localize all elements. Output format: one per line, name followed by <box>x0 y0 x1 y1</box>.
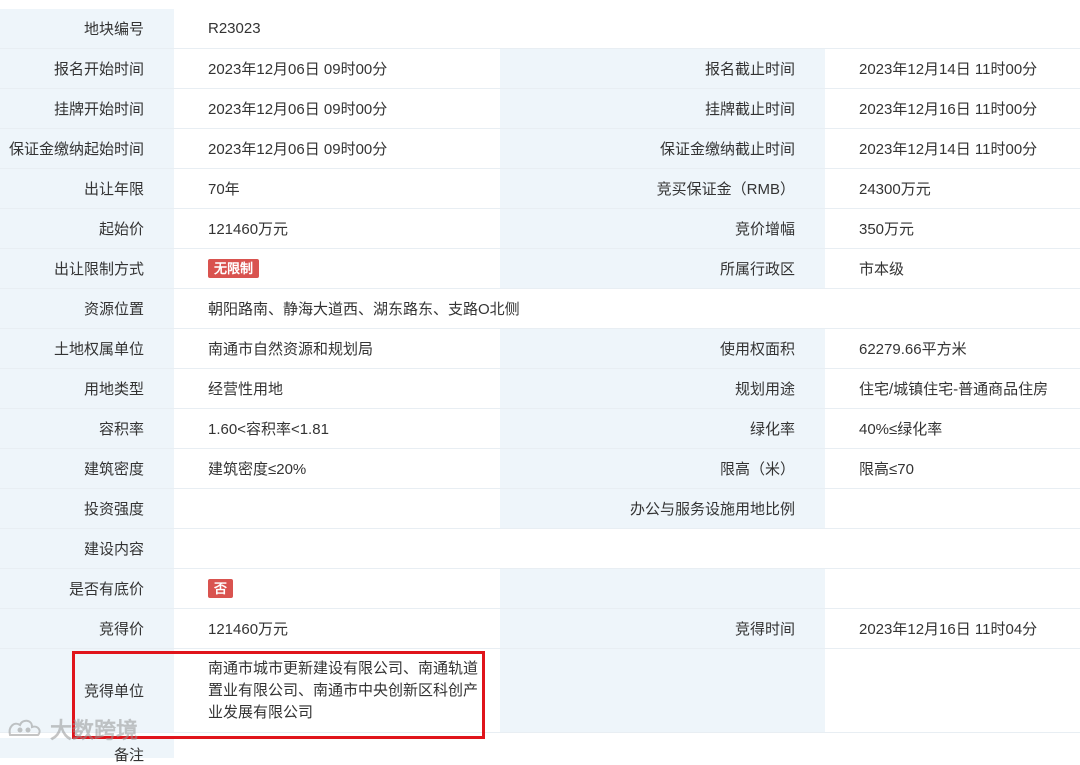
table-row: 建筑密度 建筑密度≤20% 限高（米） 限高≤70 <box>0 449 1080 489</box>
row-label: 出让限制方式 <box>0 249 174 288</box>
row-value: 否 <box>175 569 499 608</box>
row-label: 报名开始时间 <box>0 49 174 88</box>
row-label: 是否有底价 <box>0 569 174 608</box>
row-label: 起始价 <box>0 209 174 248</box>
row-label: 保证金缴纳起始时间 <box>0 129 174 168</box>
table-row: 土地权属单位 南通市自然资源和规划局 使用权面积 62279.66平方米 <box>0 329 1080 369</box>
row-label: 用地类型 <box>0 369 174 408</box>
row-label: 出让年限 <box>0 169 174 208</box>
row-value-2: 62279.66平方米 <box>826 329 1080 368</box>
row-value: 70年 <box>175 169 499 208</box>
row-value: R23023 <box>175 9 1080 48</box>
row-value-2: 40%≤绿化率 <box>826 409 1080 448</box>
row-value: 2023年12月06日 09时00分 <box>175 89 499 128</box>
row-value: 建筑密度≤20% <box>175 449 499 488</box>
table-row: 竞得价 121460万元 竞得时间 2023年12月16日 11时04分 <box>0 609 1080 649</box>
row-label-2: 竞买保证金（RMB） <box>500 169 825 208</box>
row-value: 1.60<容积率<1.81 <box>175 409 499 448</box>
remark-label: 备注 <box>0 738 174 764</box>
row-value: 2023年12月06日 09时00分 <box>175 129 499 168</box>
table-row: 保证金缴纳起始时间 2023年12月06日 09时00分 保证金缴纳截止时间 2023… <box>0 129 1080 169</box>
row-label: 建设内容 <box>0 529 174 568</box>
table-row: 起始价 121460万元 竞价增幅 350万元 <box>0 209 1080 249</box>
row-value-2: 限高≤70 <box>826 449 1080 488</box>
row-label-2: 报名截止时间 <box>500 49 825 88</box>
row-label-2: 办公与服务设施用地比例 <box>500 489 825 528</box>
row-label: 挂牌开始时间 <box>0 89 174 128</box>
row-label-2: 挂牌截止时间 <box>500 89 825 128</box>
row-value: 朝阳路南、静海大道西、湖东路东、支路O北侧 <box>175 289 1080 328</box>
row-label: 容积率 <box>0 409 174 448</box>
table-row: 建设内容 <box>0 529 1080 569</box>
row-label-2: 所属行政区 <box>500 249 825 288</box>
table-row: 投资强度 办公与服务设施用地比例 <box>0 489 1080 529</box>
row-label-2: 限高（米） <box>500 449 825 488</box>
row-value-2: 市本级 <box>826 249 1080 288</box>
row-label-2: 规划用途 <box>500 369 825 408</box>
row-label: 土地权属单位 <box>0 329 174 368</box>
row-label: 竞得价 <box>0 609 174 648</box>
row-value-2: 2023年12月14日 11时00分 <box>826 49 1080 88</box>
row-value-2: 2023年12月16日 11时04分 <box>826 609 1080 648</box>
status-badge: 否 <box>208 579 234 598</box>
row-label-2: 竞价增幅 <box>500 209 825 248</box>
row-label: 投资强度 <box>0 489 174 528</box>
row-label-2: 竞得时间 <box>500 609 825 648</box>
row-value <box>175 489 499 528</box>
row-label: 地块编号 <box>0 9 174 48</box>
row-label-2: 绿化率 <box>500 409 825 448</box>
row-label: 资源位置 <box>0 289 174 328</box>
row-value-2 <box>826 489 1080 528</box>
row-value-2: 24300万元 <box>826 169 1080 208</box>
row-value: 经营性用地 <box>175 369 499 408</box>
row-value-2: 2023年12月14日 11时00分 <box>826 129 1080 168</box>
table-row: 报名开始时间 2023年12月06日 09时00分 报名截止时间 2023年12月14… <box>0 49 1080 89</box>
row-label-2: 使用权面积 <box>500 329 825 368</box>
row-value-2: 住宅/城镇住宅-普通商品住房 <box>826 369 1080 408</box>
table-row: 出让年限 70年 竞买保证金（RMB） 24300万元 <box>0 169 1080 209</box>
table-row: 出让限制方式 无限制 所属行政区 市本级 <box>0 249 1080 289</box>
row-label: 建筑密度 <box>0 449 174 488</box>
row-value: 121460万元 <box>175 209 499 248</box>
row-value-2 <box>826 649 1080 732</box>
table-row: 容积率 1.60<容积率<1.81 绿化率 40%≤绿化率 <box>0 409 1080 449</box>
row-label-2 <box>500 569 825 608</box>
row-label-2: 保证金缴纳截止时间 <box>500 129 825 168</box>
table-row: 地块编号 R23023 <box>0 9 1080 49</box>
table-row: 挂牌开始时间 2023年12月06日 09时00分 挂牌截止时间 2023年12月16… <box>0 89 1080 129</box>
table-row: 竞得单位 南通市城市更新建设有限公司、南通轨道置业有限公司、南通市中央创新区科创产… <box>0 649 1080 733</box>
row-value: 121460万元 <box>175 609 499 648</box>
status-badge: 无限制 <box>208 259 260 278</box>
row-value: 南通市自然资源和规划局 <box>175 329 499 368</box>
row-label: 竞得单位 <box>0 649 174 732</box>
winner-value: 南通市城市更新建设有限公司、南通轨道置业有限公司、南通市中央创新区科创产业发展有… <box>175 649 499 732</box>
row-value-2 <box>826 569 1080 608</box>
row-value: 2023年12月06日 09时00分 <box>175 49 499 88</box>
row-value-2: 2023年12月16日 11时00分 <box>826 89 1080 128</box>
table-row: 是否有底价 否 <box>0 569 1080 609</box>
table-row: 资源位置 朝阳路南、静海大道西、湖东路东、支路O北侧 <box>0 289 1080 329</box>
table-row: 用地类型 经营性用地 规划用途 住宅/城镇住宅-普通商品住房 <box>0 369 1080 409</box>
row-value <box>175 529 1080 568</box>
row-value: 无限制 <box>175 249 499 288</box>
row-value-2: 350万元 <box>826 209 1080 248</box>
partial-row-remark: 备注 <box>0 738 1080 764</box>
row-label-2 <box>500 649 825 732</box>
